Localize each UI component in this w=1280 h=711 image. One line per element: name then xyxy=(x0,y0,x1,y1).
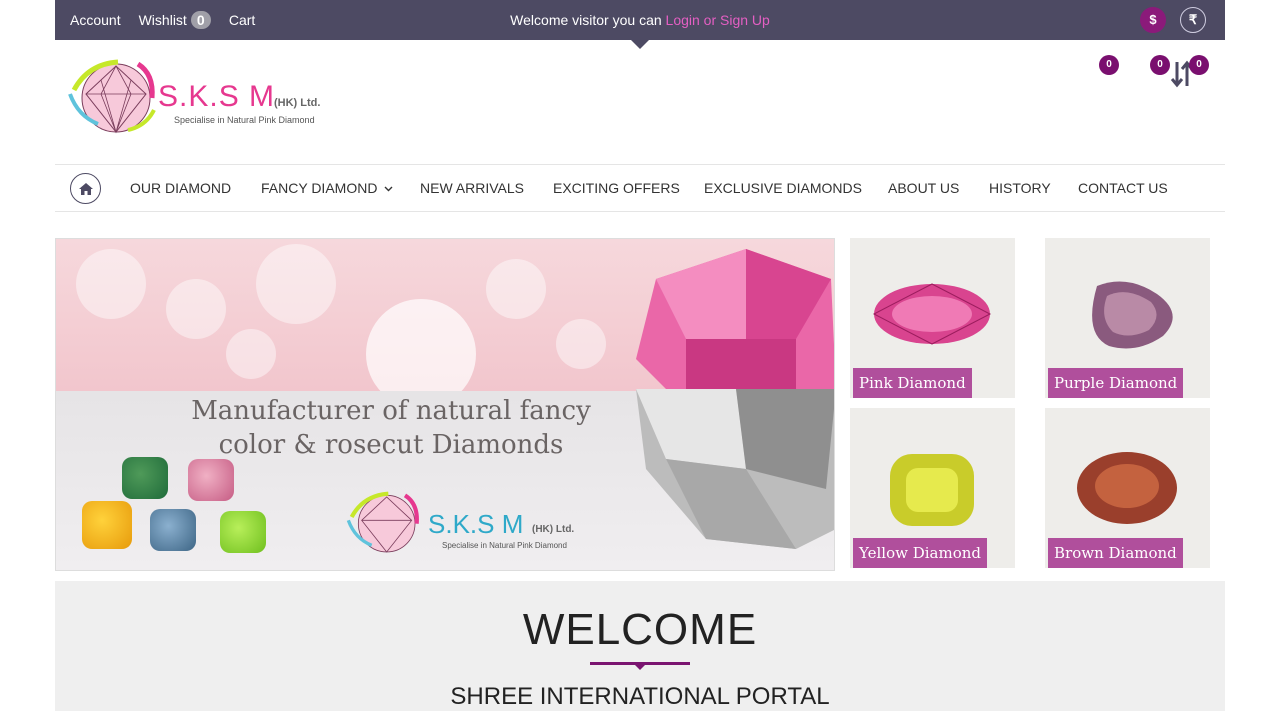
banner-logo-text: S.K.S M xyxy=(428,509,524,539)
tile-label: Brown Diamond xyxy=(1048,538,1183,568)
banner-headline: Manufacturer of natural fancy color & ro… xyxy=(191,396,591,460)
blue-gem-image xyxy=(150,509,196,551)
nav-fancy-diamond[interactable]: FANCY DIAMOND xyxy=(261,165,393,211)
pink-diamond-image xyxy=(872,283,992,345)
nav-our-diamond[interactable]: OUR DIAMOND xyxy=(130,165,231,211)
home-icon xyxy=(78,182,93,195)
currency-inr-button[interactable]: ₹ xyxy=(1180,7,1206,33)
hero-banner[interactable]: Manufacturer of natural fancy color & ro… xyxy=(55,238,835,571)
compare-count-badge: 0 xyxy=(1099,55,1119,75)
tile-pink-diamond[interactable]: Pink Diamond xyxy=(850,238,1015,398)
nav-exciting-offers[interactable]: EXCITING OFFERS xyxy=(553,165,680,211)
top-links: Account Wishlist 0 Cart xyxy=(70,0,273,40)
cart-link[interactable]: Cart xyxy=(229,12,255,28)
purple-diamond-image xyxy=(1092,281,1173,349)
top-bar: Account Wishlist 0 Cart Welcome visitor … xyxy=(55,0,1225,49)
tile-purple-diamond[interactable]: Purple Diamond xyxy=(1045,238,1210,398)
large-diamond-image xyxy=(636,249,834,549)
logo-diamond-icon xyxy=(68,59,156,134)
banner-logo-suffix: (HK) Ltd. xyxy=(532,524,575,535)
logo-suffix: (HK) Ltd. xyxy=(274,97,321,109)
green-gem-image xyxy=(122,457,168,499)
title-underline-pointer xyxy=(634,664,646,670)
tile-label: Yellow Diamond xyxy=(853,538,987,568)
nav-new-arrivals[interactable]: NEW ARRIVALS xyxy=(420,165,524,211)
logo-text: S.K.S M xyxy=(158,80,276,113)
welcome-subtitle: SHREE INTERNATIONAL PORTAL xyxy=(450,683,830,710)
tile-label: Purple Diamond xyxy=(1048,368,1184,398)
brown-diamond-image xyxy=(1077,452,1177,524)
banner-logo: S.K.S M (HK) Ltd. Specialise in Natural … xyxy=(346,487,586,557)
banner-logo-diamond-icon xyxy=(346,491,419,553)
wishlist-header-count-badge: 0 xyxy=(1150,55,1170,75)
yellow-diamond-image xyxy=(890,454,974,526)
tile-yellow-diamond[interactable]: Yellow Diamond xyxy=(850,408,1015,568)
lime-gem-image xyxy=(220,511,266,553)
chevron-down-icon xyxy=(384,186,393,192)
wishlist-count-badge: 0 xyxy=(190,11,211,29)
welcome-text: Welcome visitor you can xyxy=(510,12,666,28)
wishlist-link[interactable]: Wishlist 0 xyxy=(139,11,211,29)
wishlist-label: Wishlist xyxy=(138,12,187,28)
topbar-pointer xyxy=(631,40,649,49)
nav-about-us[interactable]: ABOUT US xyxy=(888,165,959,211)
nav-contact-us[interactable]: CONTACT US xyxy=(1078,165,1168,211)
home-button[interactable] xyxy=(70,173,101,204)
tile-brown-diamond[interactable]: Brown Diamond xyxy=(1045,408,1210,568)
main-nav: OUR DIAMOND FANCY DIAMOND NEW ARRIVALS E… xyxy=(55,164,1225,212)
yellow-gem-image xyxy=(82,501,132,549)
welcome-section: WELCOME SHREE INTERNATIONAL PORTAL xyxy=(55,581,1225,711)
site-logo[interactable]: S.K.S M (HK) Ltd. Specialise in Natural … xyxy=(68,54,328,138)
currency-usd-button[interactable]: $ xyxy=(1140,7,1166,33)
nav-fancy-diamond-label: FANCY DIAMOND xyxy=(261,180,378,196)
login-signup-link[interactable]: Login or Sign Up xyxy=(666,12,770,28)
tile-label: Pink Diamond xyxy=(853,368,972,398)
account-link[interactable]: Account xyxy=(70,12,121,28)
nav-exclusive-diamonds[interactable]: EXCLUSIVE DIAMONDS xyxy=(704,165,862,211)
pink-gem-image xyxy=(188,459,234,501)
cart-header-count-badge: 0 xyxy=(1189,55,1209,75)
nav-history[interactable]: HISTORY xyxy=(989,165,1051,211)
logo-tagline: Specialise in Natural Pink Diamond xyxy=(174,115,315,125)
banner-logo-tagline: Specialise in Natural Pink Diamond xyxy=(442,541,567,550)
welcome-title: WELCOME xyxy=(522,605,758,654)
